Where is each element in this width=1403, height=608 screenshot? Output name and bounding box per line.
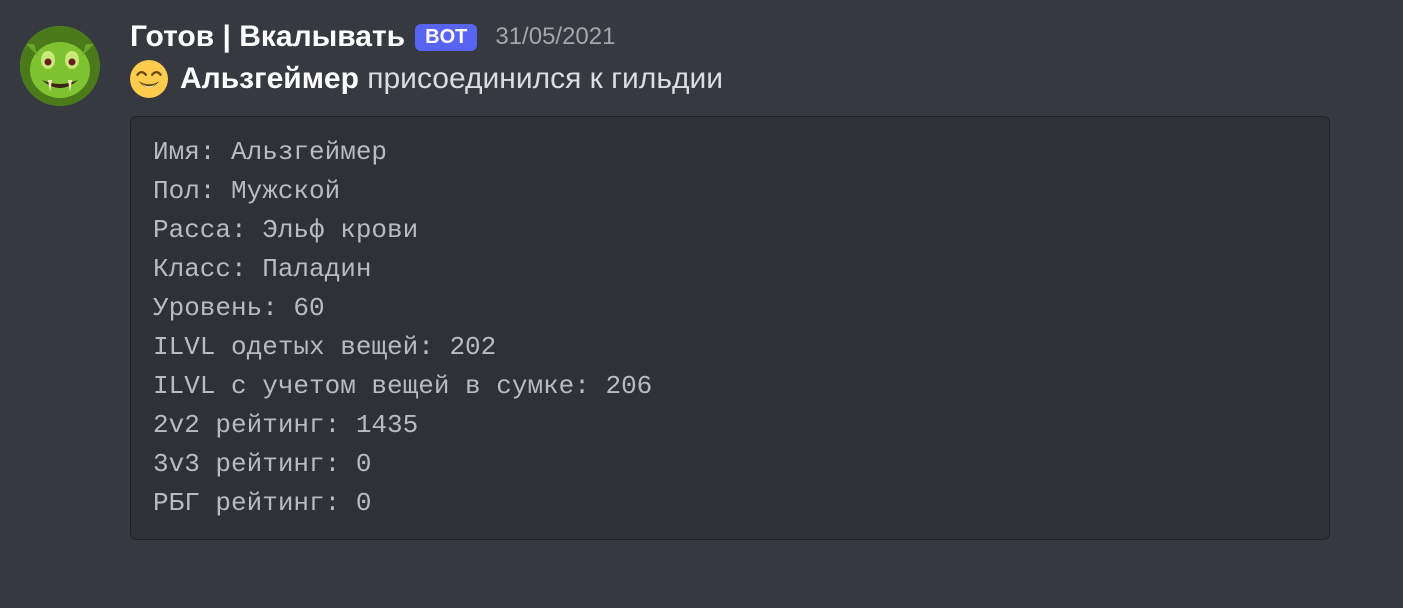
- stat-line: Расса: Эльф крови: [153, 211, 1307, 250]
- subject-name: Альзгеймер: [180, 62, 359, 95]
- stats-pre: Имя: АльзгеймерПол: МужскойРасса: Эльф к…: [153, 133, 1307, 523]
- stat-line: Уровень: 60: [153, 289, 1307, 328]
- chat-message: Готов | Вкалывать BOT 31/05/2021 Альзгей…: [20, 20, 1383, 540]
- smile-emoji: [130, 60, 168, 98]
- message-header: Готов | Вкалывать BOT 31/05/2021: [130, 20, 1383, 54]
- bot-badge: BOT: [415, 24, 477, 51]
- avatar[interactable]: [20, 26, 100, 106]
- stat-line: 3v3 рейтинг: 0: [153, 445, 1307, 484]
- message-text: Альзгеймер присоединился к гильдии: [130, 60, 1383, 98]
- code-block: Имя: АльзгеймерПол: МужскойРасса: Эльф к…: [130, 116, 1330, 540]
- message-content: Готов | Вкалывать BOT 31/05/2021 Альзгей…: [130, 20, 1383, 540]
- action-text: присоединился к гильдии: [367, 62, 723, 95]
- stat-line: ILVL одетых вещей: 202: [153, 328, 1307, 367]
- stat-line: РБГ рейтинг: 0: [153, 484, 1307, 523]
- author-name[interactable]: Готов | Вкалывать: [130, 20, 405, 54]
- stat-line: ILVL с учетом вещей в сумке: 206: [153, 367, 1307, 406]
- stat-line: Пол: Мужской: [153, 172, 1307, 211]
- stat-line: Имя: Альзгеймер: [153, 133, 1307, 172]
- timestamp: 31/05/2021: [495, 23, 615, 51]
- stat-line: Класс: Паладин: [153, 250, 1307, 289]
- stat-line: 2v2 рейтинг: 1435: [153, 406, 1307, 445]
